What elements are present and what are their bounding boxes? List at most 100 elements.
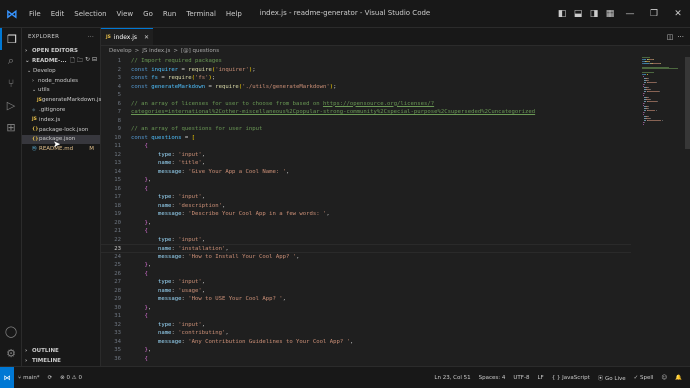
code-line[interactable]: 25 }, bbox=[101, 261, 631, 270]
refresh-icon[interactable]: ↻ bbox=[85, 56, 90, 66]
code-line[interactable]: 1 // Import required packages bbox=[101, 57, 631, 66]
language-mode[interactable]: { } JavaScript bbox=[548, 375, 594, 381]
code-line[interactable]: 15 }, bbox=[101, 176, 631, 185]
code-line[interactable]: 23 name: 'installation', bbox=[101, 244, 631, 253]
code-line[interactable]: 11 { bbox=[101, 142, 631, 151]
code-line[interactable]: 19 message: 'Describe Your Cool App in a… bbox=[101, 210, 631, 219]
code-line[interactable]: 21 { bbox=[101, 227, 631, 236]
run-debug-icon[interactable]: ▷ bbox=[0, 94, 22, 116]
open-editors-section[interactable]: › OPEN EDITORS bbox=[22, 46, 100, 56]
toggle-secondary-sidebar-icon[interactable]: ◨ bbox=[587, 7, 601, 21]
collapse-all-icon[interactable]: ⊟ bbox=[92, 56, 97, 66]
code-line[interactable]: 2 const inquirer = require('inquirer'); bbox=[101, 66, 631, 75]
breadcrumb-item[interactable]: JS index.js bbox=[142, 48, 170, 54]
code-line[interactable]: 31 { bbox=[101, 312, 631, 321]
split-editor-icon[interactable]: ◫ bbox=[667, 33, 674, 41]
minimize-button[interactable]: — bbox=[618, 0, 642, 28]
tree-item[interactable]: ⌄ utils bbox=[22, 86, 100, 96]
close-tab-icon[interactable]: ✕ bbox=[144, 34, 149, 41]
code-line[interactable]: 7 categories=international%2Cother-miscel… bbox=[101, 108, 631, 117]
code-line[interactable]: 20 }, bbox=[101, 219, 631, 228]
menu-edit[interactable]: Edit bbox=[46, 10, 70, 18]
new-file-icon[interactable]: 🗋 bbox=[70, 56, 75, 66]
menu-selection[interactable]: Selection bbox=[69, 10, 111, 18]
outline-section[interactable]: › OUTLINE bbox=[22, 346, 101, 356]
code-text: message: 'Any Contribution Guidelines to… bbox=[131, 338, 353, 347]
more-actions-icon[interactable]: ··· bbox=[88, 34, 94, 40]
explorer-icon[interactable]: ❐ bbox=[0, 28, 22, 50]
search-icon[interactable]: ⌕ bbox=[0, 50, 22, 72]
feedback-icon[interactable]: ☺ bbox=[657, 375, 671, 381]
toggle-panel-icon[interactable]: ⬓ bbox=[571, 7, 585, 21]
code-line[interactable]: 22 type: 'input', bbox=[101, 236, 631, 245]
extensions-icon[interactable]: ⊞ bbox=[0, 116, 22, 138]
code-line[interactable]: 32 type: 'input', bbox=[101, 321, 631, 330]
menu-run[interactable]: Run bbox=[158, 10, 181, 18]
code-line[interactable]: 36 { bbox=[101, 355, 631, 364]
sync-icon[interactable]: ⟳ bbox=[44, 375, 57, 381]
code-line[interactable]: 18 name: 'description', bbox=[101, 202, 631, 211]
close-window-button[interactable]: ✕ bbox=[666, 0, 690, 28]
code-line[interactable]: 13 name: 'title', bbox=[101, 159, 631, 168]
tab-index-js[interactable]: JS index.js ✕ bbox=[101, 28, 153, 45]
code-line[interactable]: 35 }, bbox=[101, 346, 631, 355]
code-line[interactable]: 8 bbox=[101, 117, 631, 126]
tree-item[interactable]: {} package.json bbox=[22, 134, 100, 145]
vertical-scrollbar[interactable] bbox=[685, 57, 690, 149]
account-icon[interactable]: ◯ bbox=[0, 320, 22, 342]
source-control-icon[interactable]: ⑂ bbox=[0, 72, 22, 94]
code-line[interactable]: 26 { bbox=[101, 270, 631, 279]
problems-indicator[interactable]: ⊗ 0 ⚠ 0 bbox=[56, 375, 86, 381]
customize-layout-icon[interactable]: ▦ bbox=[603, 7, 617, 21]
remote-indicator-icon[interactable]: ⋈ bbox=[0, 367, 14, 388]
code-line[interactable]: 12 type: 'input', bbox=[101, 151, 631, 160]
git-branch[interactable]: ⑂ main* bbox=[14, 375, 44, 381]
code-line[interactable]: 4 const generateMarkdown = require('./uti… bbox=[101, 83, 631, 92]
menu-help[interactable]: Help bbox=[221, 10, 247, 18]
breadcrumb-item[interactable]: [@] questions bbox=[181, 48, 219, 54]
spell-check[interactable]: ✓ Spell bbox=[630, 375, 658, 381]
menu-view[interactable]: View bbox=[112, 10, 139, 18]
menu-go[interactable]: Go bbox=[138, 10, 158, 18]
tree-item[interactable]: {} package-lock.json bbox=[22, 125, 100, 135]
toggle-primary-sidebar-icon[interactable]: ◧ bbox=[555, 7, 569, 21]
minimap[interactable] bbox=[642, 57, 684, 127]
editor-more-actions-icon[interactable]: ··· bbox=[677, 33, 684, 41]
tree-item[interactable]: ⓜ README.md M bbox=[22, 144, 100, 154]
code-line[interactable]: 30 }, bbox=[101, 304, 631, 313]
code-editor[interactable]: 1 // Import required packages 2 const inqui… bbox=[101, 57, 690, 366]
tree-item[interactable]: › node_modules bbox=[22, 76, 100, 86]
new-folder-icon[interactable]: 🗀 bbox=[77, 56, 83, 66]
code-line[interactable]: 33 name: 'contributing', bbox=[101, 329, 631, 338]
code-line[interactable]: 10 const questions = [ bbox=[101, 134, 631, 143]
settings-gear-icon[interactable]: ⚙ bbox=[0, 342, 22, 364]
code-line[interactable]: 14 message: 'Give Your App a Cool Name: … bbox=[101, 168, 631, 177]
indentation[interactable]: Spaces: 4 bbox=[475, 375, 510, 381]
end-of-line[interactable]: LF bbox=[533, 375, 547, 381]
code-line[interactable]: 27 type: 'input', bbox=[101, 278, 631, 287]
code-line[interactable]: 24 message: 'How to Install Your Cool Ap… bbox=[101, 253, 631, 262]
code-line[interactable]: 16 { bbox=[101, 185, 631, 194]
project-section[interactable]: ⌄ README-... 🗋 🗀 ↻ ⊟ bbox=[22, 56, 100, 66]
code-line[interactable]: 5 bbox=[101, 91, 631, 100]
code-line[interactable]: 17 type: 'input', bbox=[101, 193, 631, 202]
menu-file[interactable]: File bbox=[24, 10, 46, 18]
tree-item[interactable]: JS index.js bbox=[22, 115, 100, 125]
code-line[interactable]: 34 message: 'Any Contribution Guidelines… bbox=[101, 338, 631, 347]
encoding[interactable]: UTF-8 bbox=[509, 375, 533, 381]
menu-terminal[interactable]: Terminal bbox=[181, 10, 221, 18]
code-line[interactable]: 29 message: 'How to USE Your Cool App? '… bbox=[101, 295, 631, 304]
breadcrumb-item[interactable]: Develop bbox=[109, 48, 132, 54]
notifications-bell-icon[interactable]: 🔔 bbox=[671, 375, 686, 381]
code-line[interactable]: 6 // an array of licenses for user to cho… bbox=[101, 100, 631, 109]
tree-item[interactable]: JS generateMarkdown.js bbox=[22, 95, 101, 105]
cursor-position[interactable]: Ln 23, Col 51 bbox=[430, 375, 474, 381]
timeline-section[interactable]: › TIMELINE bbox=[22, 356, 101, 366]
code-line[interactable]: 9 // an array of questions for user input bbox=[101, 125, 631, 134]
code-line[interactable]: 28 name: 'usage', bbox=[101, 287, 631, 296]
tree-item[interactable]: ◆ .gitignore bbox=[22, 105, 100, 115]
tree-item[interactable]: ⌄ Develop bbox=[22, 66, 100, 76]
code-line[interactable]: 3 const fs = require('fs'); bbox=[101, 74, 631, 83]
go-live-button[interactable]: ⦿ Go Live bbox=[594, 374, 630, 382]
maximize-button[interactable]: ❐ bbox=[642, 0, 666, 28]
